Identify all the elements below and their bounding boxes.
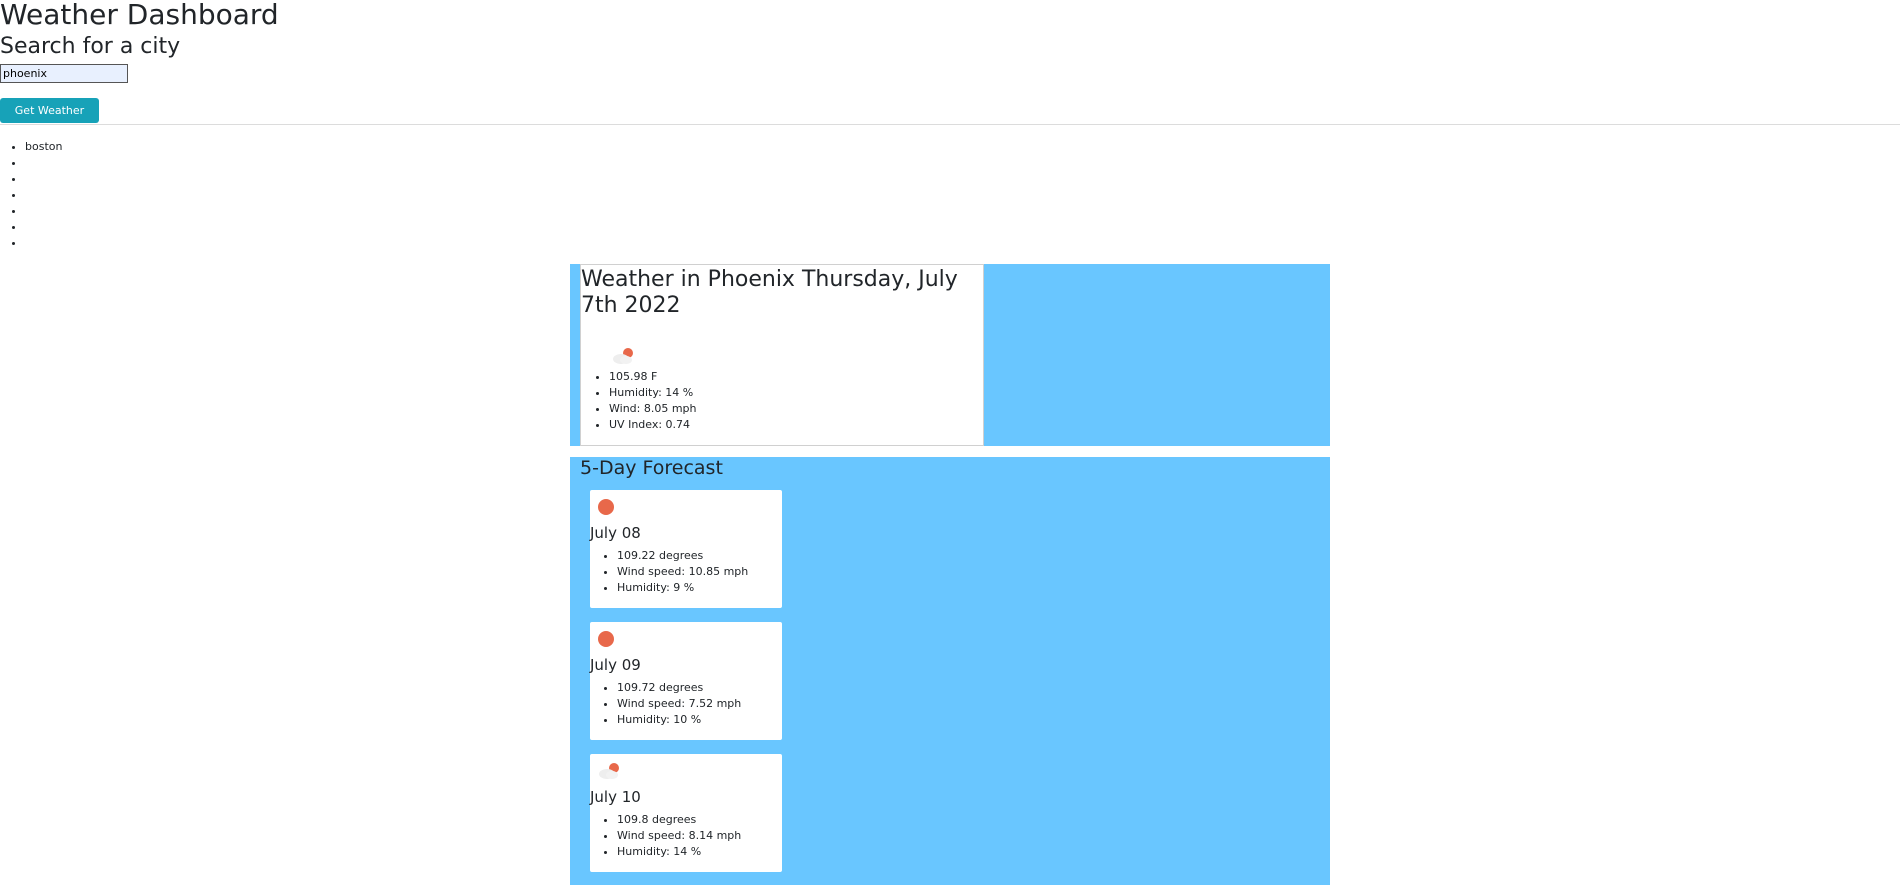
partly-cloudy-icon [613,348,633,364]
forecast-details: 109.22 degrees Wind speed: 10.85 mph Hum… [590,548,748,596]
search-heading: Search for a city [0,34,181,59]
current-wind: Wind: 8.05 mph [609,401,697,417]
history-item[interactable] [25,187,1900,203]
forecast-humidity: Humidity: 14 % [617,844,741,860]
history-item[interactable] [25,235,1900,251]
history-item[interactable] [25,155,1900,171]
city-search-input[interactable] [0,64,128,83]
forecast-section: 5-Day Forecast July 08 109.22 degrees Wi… [570,457,1330,885]
forecast-wind: Wind speed: 8.14 mph [617,828,741,844]
current-weather-section: Weather in Phoenix Thursday, July 7th 20… [570,264,1330,446]
current-weather-card: Weather in Phoenix Thursday, July 7th 20… [580,264,984,446]
current-humidity: Humidity: 14 % [609,385,697,401]
current-weather-title: Weather in Phoenix Thursday, July 7th 20… [581,267,958,318]
page-title: Weather Dashboard [0,0,279,31]
current-uv-index: UV Index: 0.74 [609,417,697,433]
history-item[interactable] [25,203,1900,219]
history-item[interactable] [25,219,1900,235]
sun-icon [598,499,614,515]
forecast-humidity: Humidity: 10 % [617,712,741,728]
forecast-title: 5-Day Forecast [580,457,723,479]
forecast-wind: Wind speed: 10.85 mph [617,564,748,580]
forecast-details: 109.72 degrees Wind speed: 7.52 mph Humi… [590,680,741,728]
forecast-details: 109.8 degrees Wind speed: 8.14 mph Humid… [590,812,741,860]
page-header: Weather Dashboard Search for a city Get … [0,0,1900,123]
partly-cloudy-icon [599,763,619,779]
forecast-wind: Wind speed: 7.52 mph [617,696,741,712]
forecast-date: July 09 [590,656,641,674]
current-weather-details: 105.98 F Humidity: 14 % Wind: 8.05 mph U… [581,369,697,433]
forecast-temperature: 109.8 degrees [617,812,741,828]
history-item[interactable] [25,171,1900,187]
sun-icon [598,631,614,647]
forecast-date: July 10 [590,788,641,806]
current-temperature: 105.98 F [609,369,697,385]
forecast-card: July 10 109.8 degrees Wind speed: 8.14 m… [590,754,782,872]
forecast-temperature: 109.22 degrees [617,548,748,564]
forecast-card: July 09 109.72 degrees Wind speed: 7.52 … [590,622,782,740]
divider [0,124,1900,125]
forecast-humidity: Humidity: 9 % [617,580,748,596]
forecast-date: July 08 [590,524,641,542]
search-history-list: boston [0,139,1900,251]
forecast-temperature: 109.72 degrees [617,680,741,696]
history-item[interactable]: boston [25,139,1900,155]
forecast-card: July 08 109.22 degrees Wind speed: 10.85… [590,490,782,608]
history-item-label[interactable]: boston [25,140,62,153]
get-weather-button[interactable]: Get Weather [0,98,99,123]
